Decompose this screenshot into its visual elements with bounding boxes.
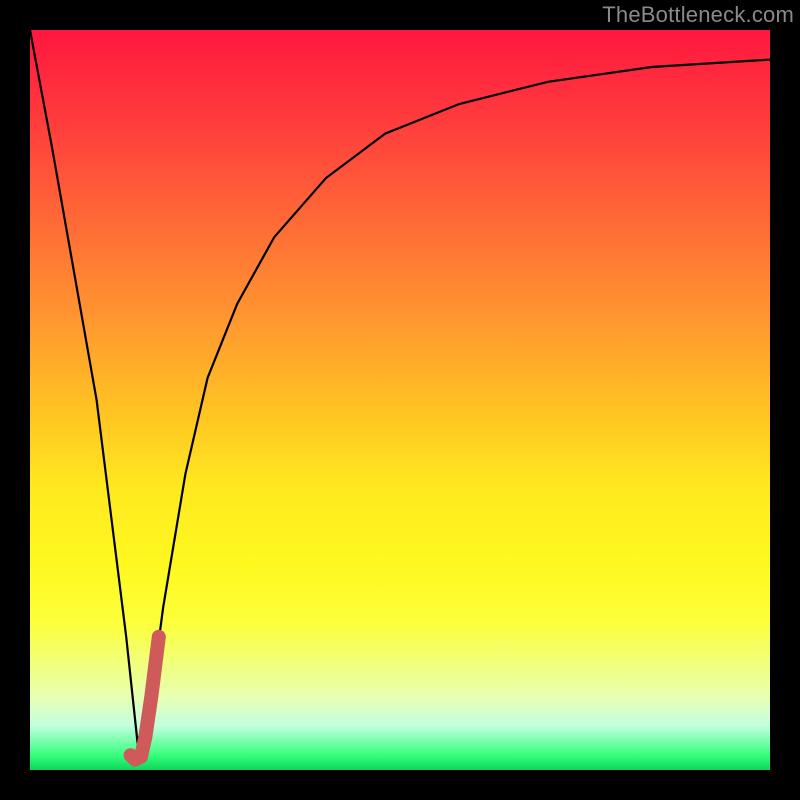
watermark-text: TheBottleneck.com xyxy=(602,2,794,28)
chart-frame: TheBottleneck.com xyxy=(0,0,800,800)
optimal-marker xyxy=(131,637,159,760)
chart-svg xyxy=(30,30,770,770)
bottleneck-curve xyxy=(30,30,770,740)
